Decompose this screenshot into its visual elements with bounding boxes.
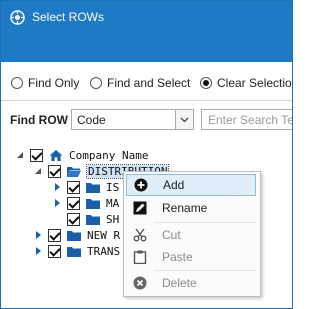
search-placeholder: Enter Search Text [208, 113, 293, 127]
tree-node-label: Company Name [69, 148, 149, 162]
dropdown-button[interactable] [175, 110, 193, 129]
checkbox[interactable] [67, 196, 80, 210]
menu-item-label: Add [163, 178, 185, 192]
folder-icon [86, 198, 100, 209]
app-icon [10, 10, 25, 25]
scissors-icon [133, 228, 147, 242]
menu-separator [154, 270, 256, 271]
tree-node-child[interactable]: SH [52, 211, 119, 227]
expand-arrow-icon[interactable] [33, 246, 43, 256]
radio-label: Find and Select [107, 76, 191, 90]
menu-item-label: Paste [162, 250, 193, 264]
checkbox[interactable] [48, 228, 61, 242]
home-icon [49, 149, 63, 161]
tree-node-label: MA [106, 196, 120, 210]
plus-circle-icon [134, 178, 148, 192]
tree-node-child[interactable]: IS [52, 179, 119, 195]
radio-clear-selection[interactable]: Clear Selection [200, 76, 293, 90]
tree-node-root[interactable]: Company Name [15, 147, 148, 163]
folder-icon [86, 214, 100, 225]
collapse-arrow-icon[interactable] [33, 166, 43, 176]
menu-item-label: Cut [162, 228, 181, 242]
find-field-value: Code [77, 113, 106, 127]
window-title: Select ROWs [32, 10, 105, 24]
mode-radio-group: Find Only Find and Select Clear Selectio… [1, 69, 292, 97]
folder-open-icon [67, 166, 81, 177]
menu-separator [154, 222, 256, 223]
radio-label: Find Only [28, 76, 80, 90]
arrow-spacer [52, 214, 62, 224]
menu-item-label: Rename [162, 201, 208, 215]
folder-icon [86, 182, 100, 193]
find-field-select[interactable]: Code [71, 109, 194, 130]
find-row-bar: Find ROW Code Enter Search Text [1, 109, 292, 133]
delete-icon [133, 276, 147, 290]
tree-node-sibling[interactable]: NEW R [33, 227, 120, 243]
header-band [1, 34, 292, 62]
checkbox[interactable] [30, 148, 43, 162]
tree-node-label: IS [106, 180, 120, 194]
collapse-arrow-icon[interactable] [15, 150, 25, 160]
find-row-label: Find ROW [10, 113, 68, 127]
radio-find-only[interactable]: Find Only [11, 76, 79, 90]
checkbox[interactable] [48, 164, 61, 178]
radio-circle [90, 77, 102, 89]
context-menu: Add Rename Cut Paste Delete [123, 171, 261, 297]
divider [1, 100, 292, 101]
title-bar: Select ROWs [1, 1, 292, 34]
search-input[interactable]: Enter Search Text [201, 109, 293, 130]
rename-icon [133, 201, 147, 215]
menu-item-cut[interactable]: Cut [126, 224, 256, 246]
chevron-down-icon [180, 117, 189, 122]
folder-icon [67, 230, 81, 241]
radio-circle [11, 77, 23, 89]
menu-item-paste[interactable]: Paste [126, 246, 256, 268]
menu-item-add[interactable]: Add [126, 174, 256, 196]
radio-circle-selected [200, 77, 212, 89]
tree-node-child[interactable]: MA [52, 195, 119, 211]
menu-item-label: Delete [162, 276, 197, 290]
tree-node-label: TRANS [87, 244, 121, 258]
clipboard-icon [133, 250, 147, 264]
radio-label: Clear Selection [217, 76, 293, 90]
tree-node-label: SH [106, 212, 120, 226]
expand-arrow-icon[interactable] [52, 198, 62, 208]
checkbox[interactable] [67, 180, 80, 194]
expand-arrow-icon[interactable] [33, 230, 43, 240]
menu-item-delete[interactable]: Delete [126, 272, 256, 294]
radio-find-and-select[interactable]: Find and Select [90, 76, 190, 90]
select-rows-window: Select ROWs Find Only Find and Select Cl… [0, 0, 293, 309]
folder-icon [67, 246, 81, 257]
checkbox[interactable] [67, 212, 80, 226]
tree-node-label: NEW R [87, 228, 121, 242]
checkbox[interactable] [48, 244, 61, 258]
tree-node-sibling[interactable]: TRANS [33, 243, 120, 259]
expand-arrow-icon[interactable] [52, 182, 62, 192]
menu-item-rename[interactable]: Rename [126, 197, 256, 219]
